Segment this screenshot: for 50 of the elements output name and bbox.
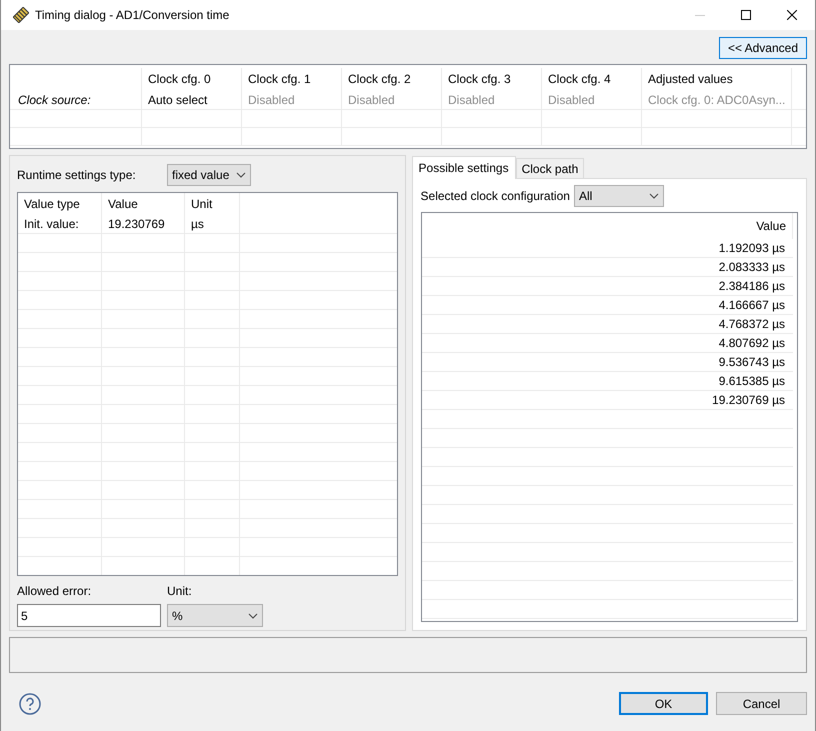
advanced-button[interactable]: << Advanced <box>718 37 807 59</box>
table-cell-text: Disabled <box>348 92 395 108</box>
chevron-down-icon <box>648 193 659 199</box>
tab[interactable]: Clock path <box>516 158 584 178</box>
column-header: Unit <box>191 196 212 213</box>
row-label: Clock source: <box>18 92 91 108</box>
close-icon[interactable] <box>787 10 797 20</box>
column-header: Clock cfg. 2 <box>348 71 411 88</box>
chip-icon <box>13 7 29 23</box>
table-cell-text: 4.166667 µs <box>718 297 785 314</box>
table-cell-text: Auto select <box>148 92 208 108</box>
table-cell-text: 2.083333 µs <box>718 259 785 276</box>
table-cell-text: µs <box>191 216 204 233</box>
unit-dropdown[interactable]: % <box>167 604 263 627</box>
column-header: Value <box>108 196 138 213</box>
column-header: Clock cfg. 0 <box>148 71 211 88</box>
column-header: Adjusted values <box>648 71 733 88</box>
allowed-error-label: Allowed error: <box>17 583 92 600</box>
config-dropdown[interactable]: All <box>574 185 664 207</box>
help-icon[interactable] <box>19 692 41 714</box>
table-cell-text: Clock cfg. 0: ADC0Asyn... <box>648 92 786 108</box>
table-cell-text: 1.192093 µs <box>718 240 785 257</box>
runtime-type-label: Runtime settings type: <box>17 167 137 184</box>
chevron-down-icon <box>248 612 258 618</box>
table-cell-text: 4.807692 µs <box>718 335 785 352</box>
unit-label: Unit: <box>167 583 193 600</box>
table-cell-text: Init. value: <box>24 216 79 233</box>
tab[interactable]: Possible settings <box>412 156 516 179</box>
config-label: Selected clock configuration <box>420 188 570 205</box>
table-cell-text: 4.768372 µs <box>718 316 785 333</box>
runtime-type-dropdown[interactable]: fixed value <box>167 164 251 186</box>
table-cell-text: 9.536743 µs <box>718 354 785 371</box>
column-header: Clock cfg. 4 <box>548 71 611 88</box>
dialog-button[interactable]: Cancel <box>716 692 807 715</box>
window-title: Timing dialog - AD1/Conversion time <box>35 7 230 24</box>
table-cell-text: Disabled <box>548 92 595 108</box>
dialog-button[interactable]: OK <box>619 692 708 715</box>
column-header: Value type <box>24 196 80 213</box>
column-header: Clock cfg. 1 <box>248 71 311 88</box>
column-header: Value <box>756 218 786 235</box>
maximize-icon[interactable] <box>741 10 751 20</box>
table-cell-text: 19.230769 µs <box>712 392 785 409</box>
table-cell-text: 19.230769 <box>108 216 165 233</box>
chevron-down-icon <box>236 172 246 178</box>
table-cell-text: 2.384186 µs <box>718 278 785 295</box>
allowed-error-field[interactable]: 5 <box>17 604 161 627</box>
table-cell-text: 9.615385 µs <box>718 373 785 390</box>
table-cell-text: Disabled <box>448 92 495 108</box>
column-header: Clock cfg. 3 <box>448 71 511 88</box>
table-cell-text: Disabled <box>248 92 295 108</box>
